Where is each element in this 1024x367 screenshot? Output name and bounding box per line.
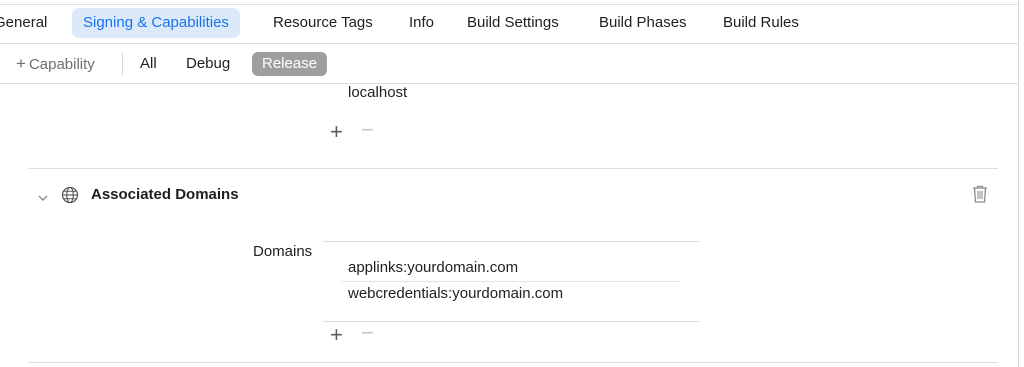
plus-icon[interactable]: + [330,121,343,143]
trash-icon[interactable] [971,184,989,209]
window-edge [1018,0,1019,367]
table-row[interactable]: webcredentials:yourdomain.com [348,285,563,302]
top-divider [0,4,1018,5]
row-divider [341,281,679,282]
section-divider [28,362,998,363]
table-bottom-border [323,321,700,322]
tab-build-phases[interactable]: Build Phases [599,8,687,38]
chevron-down-icon[interactable] [38,189,48,207]
section-divider [28,168,998,169]
filter-separator [122,53,123,75]
minus-icon[interactable]: − [361,322,374,344]
tab-bar: General Signing & Capabilities Resource … [0,8,1018,38]
minus-icon[interactable]: − [361,119,374,141]
globe-icon [61,186,79,209]
tab-signing-capabilities[interactable]: Signing & Capabilities [72,8,240,38]
plus-icon[interactable]: + [330,324,343,346]
table-row[interactable]: applinks:yourdomain.com [348,259,518,276]
project-editor: General Signing & Capabilities Resource … [0,0,1024,367]
filter-release[interactable]: Release [252,52,328,76]
add-capability-button[interactable]: + Capability [16,50,95,78]
filter-divider [0,83,1018,84]
tab-build-rules[interactable]: Build Rules [723,8,799,38]
filter-all[interactable]: All [140,50,157,78]
tab-resource-tags[interactable]: Resource Tags [273,8,373,38]
add-capability-label: Capability [28,56,95,73]
tab-info[interactable]: Info [409,8,434,38]
filter-bar: + Capability All Debug Release [0,50,1018,78]
plus-icon: + [16,54,26,73]
tab-build-settings[interactable]: Build Settings [467,8,559,38]
tab-general[interactable]: General [0,8,47,38]
domains-label: Domains [253,243,313,260]
table-top-border [323,241,700,242]
tab-divider [0,43,1018,44]
list-item[interactable]: localhost [348,84,407,101]
filter-debug[interactable]: Debug [186,50,230,78]
section-title: Associated Domains [91,186,239,203]
